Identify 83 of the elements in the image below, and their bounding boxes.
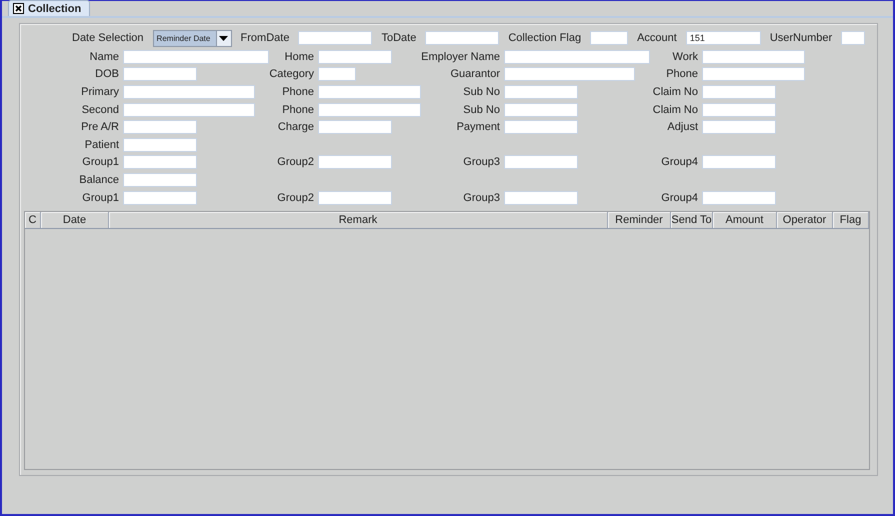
- input-field[interactable]: 151: [686, 31, 761, 45]
- field-label: Account: [637, 32, 677, 44]
- field-label: Phone: [282, 104, 315, 116]
- field-label: Guarantor: [450, 68, 501, 80]
- input-field[interactable]: [318, 67, 356, 82]
- column-header[interactable]: Remark: [109, 212, 608, 228]
- input-field[interactable]: [318, 155, 392, 170]
- field-label: Adjust: [667, 121, 699, 134]
- field-label: Phone: [282, 86, 315, 98]
- field-label: Phone: [666, 68, 699, 80]
- field-label: Primary: [81, 86, 120, 98]
- input-field[interactable]: [123, 102, 255, 117]
- input-field[interactable]: [702, 50, 805, 64]
- field-label: Group3: [463, 192, 501, 204]
- input-field[interactable]: [318, 50, 392, 64]
- input-field[interactable]: [425, 31, 500, 45]
- input-field[interactable]: [702, 102, 776, 117]
- field-label: FromDate: [240, 32, 290, 44]
- input-field[interactable]: [123, 67, 197, 82]
- field-label: Date Selection: [72, 32, 144, 44]
- field-label: DOB: [95, 68, 120, 80]
- input-field[interactable]: [504, 67, 635, 82]
- input-field[interactable]: [504, 190, 578, 205]
- field-label: Claim No: [652, 104, 699, 116]
- date-selection-dropdown[interactable]: Reminder Date: [152, 30, 232, 46]
- input-field[interactable]: [123, 155, 197, 170]
- field-label: Group2: [277, 192, 315, 204]
- column-header[interactable]: Flag: [833, 212, 869, 228]
- field-label: Pre A/R: [81, 121, 120, 134]
- input-field[interactable]: [702, 190, 776, 205]
- field-label: Charge: [278, 121, 315, 134]
- input-field[interactable]: [504, 102, 578, 117]
- field-label: Work: [672, 50, 699, 63]
- field-label: Home: [284, 50, 315, 63]
- field-label: Balance: [79, 174, 120, 186]
- input-field[interactable]: [318, 120, 392, 134]
- field-label: Group2: [277, 156, 315, 168]
- field-label: Sub No: [463, 86, 501, 98]
- field-label: Group4: [661, 192, 699, 204]
- column-header[interactable]: Reminder: [608, 212, 671, 228]
- input-field[interactable]: [123, 50, 269, 64]
- input-field[interactable]: [504, 50, 650, 64]
- column-header[interactable]: Date: [41, 212, 109, 228]
- input-field[interactable]: [298, 31, 372, 45]
- input-field[interactable]: [318, 84, 421, 99]
- column-header[interactable]: Operator: [777, 212, 833, 228]
- field-label: ToDate: [381, 32, 416, 44]
- input-field[interactable]: [702, 120, 776, 134]
- input-field[interactable]: [123, 190, 197, 205]
- input-field[interactable]: [590, 31, 628, 45]
- input-field[interactable]: [123, 120, 197, 134]
- input-field[interactable]: [123, 84, 255, 99]
- input-field[interactable]: [504, 84, 578, 99]
- input-field[interactable]: [702, 84, 776, 99]
- input-field[interactable]: [318, 102, 421, 117]
- input-field[interactable]: [123, 172, 197, 187]
- column-header[interactable]: Send To: [671, 212, 713, 228]
- column-header[interactable]: C: [25, 212, 41, 228]
- field-label: Category: [269, 68, 315, 80]
- input-field[interactable]: [702, 67, 805, 82]
- input-field[interactable]: [504, 155, 578, 170]
- close-icon[interactable]: [13, 3, 24, 14]
- field-label: Employer Name: [421, 50, 501, 63]
- input-field[interactable]: [702, 155, 776, 170]
- field-label: Group1: [82, 156, 120, 168]
- field-label: Second: [82, 104, 120, 116]
- collection-tab[interactable]: Collection: [8, 0, 90, 16]
- field-label: Collection Flag: [508, 32, 582, 44]
- field-label: Name: [90, 50, 120, 63]
- field-label: Group3: [463, 156, 501, 168]
- column-header[interactable]: Amount: [713, 212, 777, 228]
- input-field[interactable]: [841, 31, 866, 45]
- field-label: Patient: [84, 138, 120, 151]
- field-label: Group1: [82, 192, 120, 204]
- field-label: UserNumber: [770, 32, 832, 44]
- input-field[interactable]: [318, 190, 392, 205]
- caret-icon: [219, 36, 228, 40]
- field-label: Claim No: [652, 86, 699, 98]
- field-label: Group4: [661, 156, 699, 168]
- input-field[interactable]: [123, 138, 197, 152]
- input-field[interactable]: [504, 120, 578, 134]
- field-label: Payment: [456, 121, 501, 134]
- field-label: Sub No: [463, 104, 501, 116]
